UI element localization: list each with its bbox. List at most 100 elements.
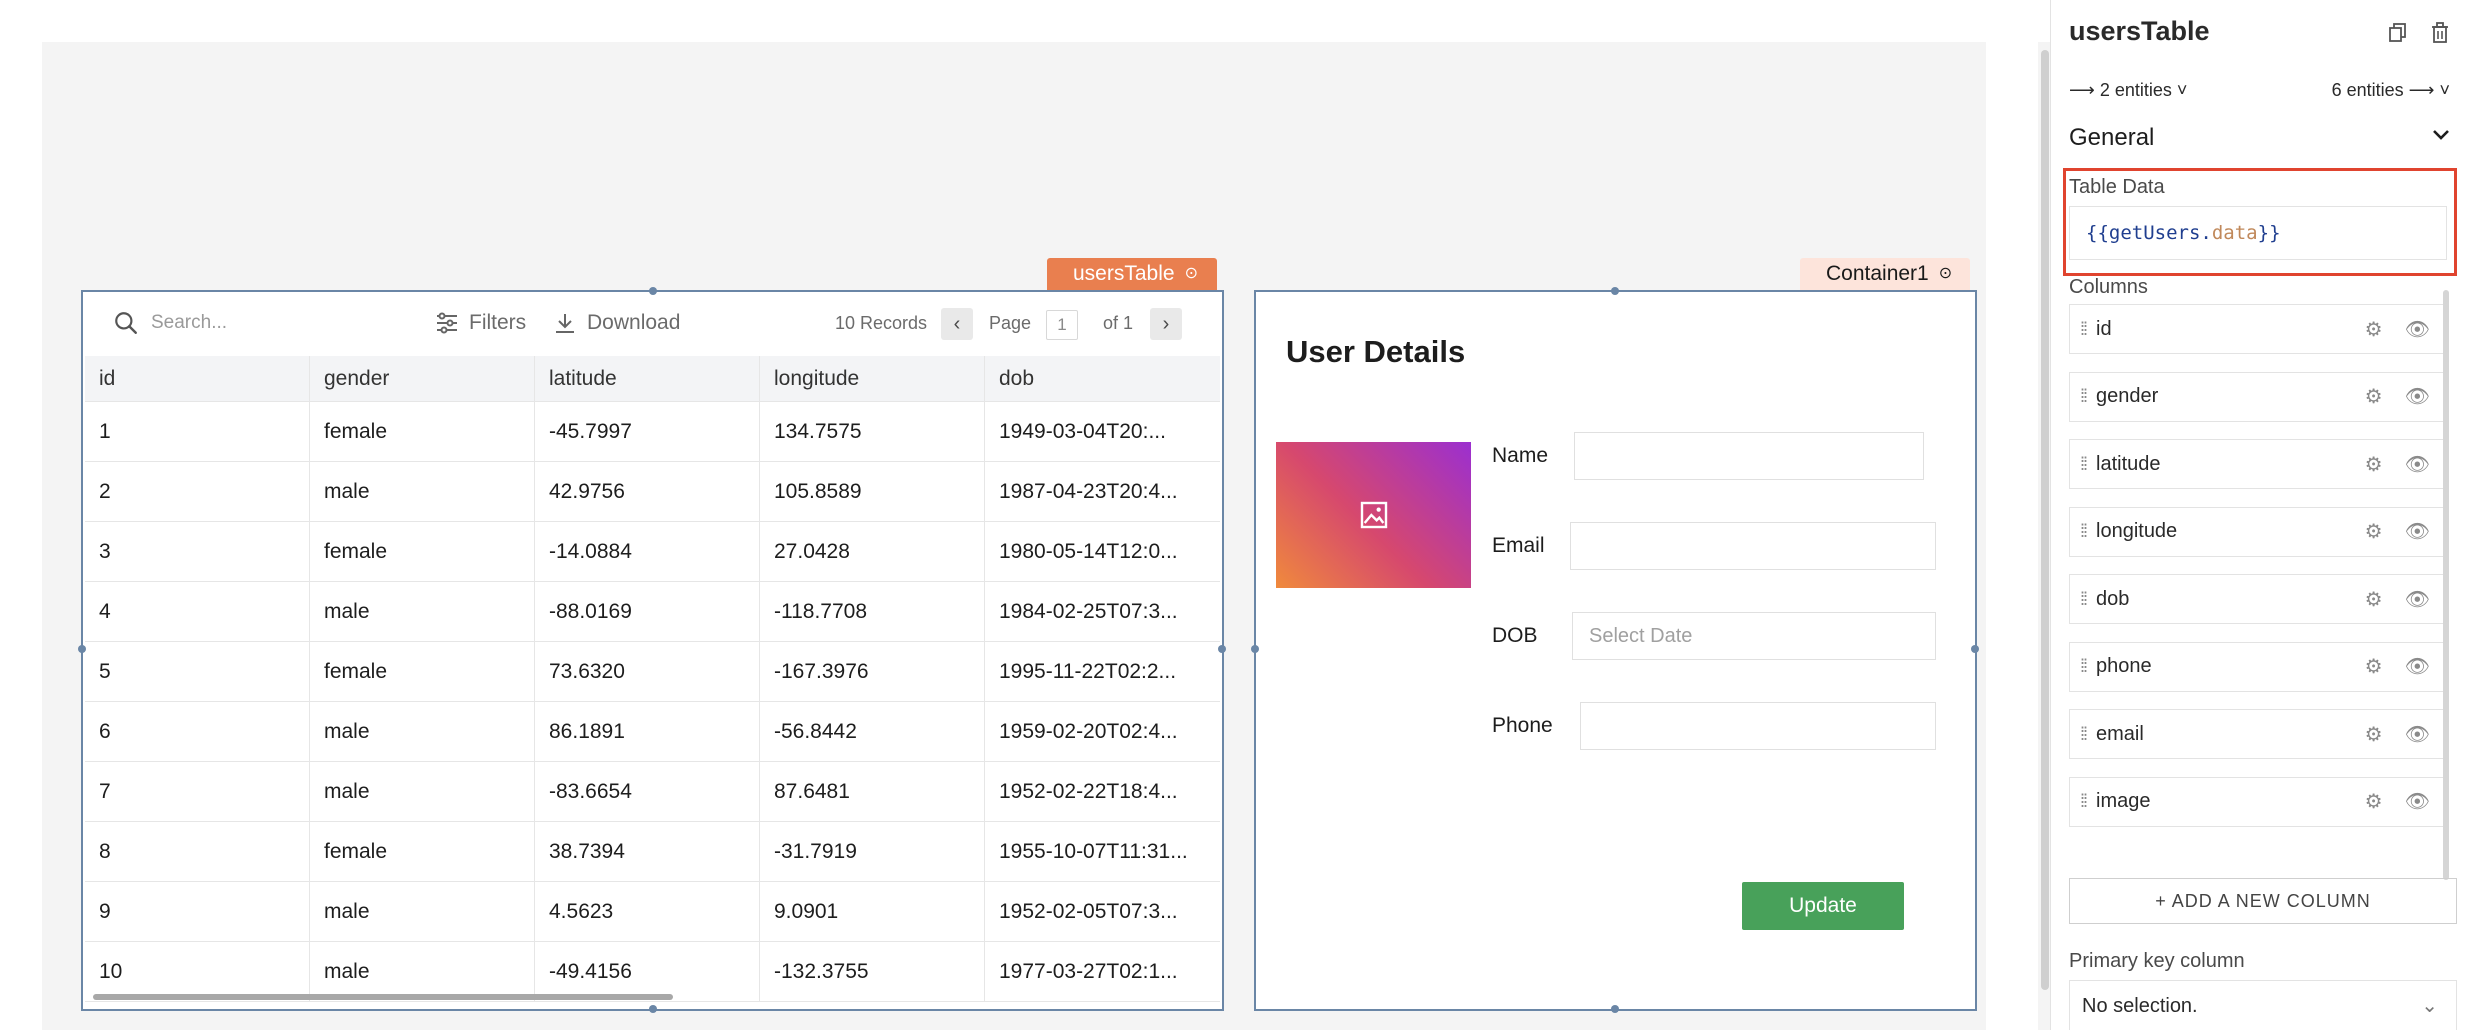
- next-page-button[interactable]: ›: [1150, 308, 1182, 340]
- table-row[interactable]: 4 male -88.0169 -118.7708 1984-02-25T07:…: [85, 582, 1220, 642]
- drag-handle-icon[interactable]: ⁞⁞: [2070, 319, 2096, 340]
- table-row[interactable]: 1 female -45.7997 134.7575 1949-03-04T20…: [85, 402, 1220, 462]
- columns-scrollbar[interactable]: [2443, 290, 2449, 880]
- column-item-email[interactable]: ⁞⁞ email ⚙ 👁: [2069, 709, 2449, 759]
- column-header[interactable]: dob: [985, 356, 1220, 401]
- gear-icon[interactable]: ⚙: [2365, 654, 2383, 679]
- table-cell: 7: [85, 762, 310, 821]
- settings-icon[interactable]: ⊙: [1185, 258, 1198, 290]
- primary-key-value: No selection.: [2082, 995, 2198, 1017]
- table-row[interactable]: 6 male 86.1891 -56.8442 1959-02-20T02:4.…: [85, 702, 1220, 762]
- copy-icon[interactable]: [2388, 22, 2408, 44]
- drag-handle-icon[interactable]: ⁞⁞: [2070, 454, 2096, 475]
- resize-handle-top[interactable]: [1611, 287, 1619, 295]
- code-object: getUsers: [2108, 222, 2201, 244]
- filter-icon: [437, 312, 457, 334]
- resize-handle-left[interactable]: [1251, 645, 1259, 653]
- container-widget-tag[interactable]: Container1 ⊙: [1800, 258, 1970, 290]
- settings-icon[interactable]: ⊙: [1939, 258, 1952, 290]
- table-row[interactable]: 2 male 42.9756 105.8589 1987-04-23T20:4.…: [85, 462, 1220, 522]
- drag-handle-icon[interactable]: ⁞⁞: [2070, 791, 2096, 812]
- dob-date-picker[interactable]: Select Date: [1572, 612, 1936, 660]
- gear-icon[interactable]: ⚙: [2365, 789, 2383, 814]
- chevron-down-icon: ⌄: [2421, 995, 2438, 1017]
- users-table-widget-tag[interactable]: usersTable ⊙: [1047, 258, 1217, 290]
- gear-icon[interactable]: ⚙: [2365, 519, 2383, 544]
- column-item-phone[interactable]: ⁞⁞ phone ⚙ 👁: [2069, 641, 2449, 692]
- editor-canvas-area: usersTable ⊙ Container1 ⊙ Search... Filt…: [0, 0, 2052, 1030]
- incoming-entities-dropdown[interactable]: ⟶ 2 entities ˅: [2069, 80, 2187, 101]
- eye-icon[interactable]: 👁: [2405, 587, 2430, 612]
- column-header[interactable]: latitude: [535, 356, 760, 401]
- user-image[interactable]: [1276, 442, 1471, 588]
- eye-icon[interactable]: 👁: [2405, 519, 2430, 544]
- column-item-image[interactable]: ⁞⁞ image ⚙ 👁: [2069, 776, 2449, 827]
- phone-input[interactable]: [1580, 702, 1936, 750]
- filters-button[interactable]: Filters: [435, 304, 526, 342]
- outgoing-entities-dropdown[interactable]: 6 entities ⟶ ˅: [2332, 80, 2450, 101]
- users-table-widget[interactable]: Search... Filters Download 10 Records ‹ …: [78, 287, 1226, 1013]
- table-row[interactable]: 9 male 4.5623 9.0901 1952-02-05T07:3...: [85, 882, 1220, 942]
- table-cell: -31.7919: [760, 822, 985, 881]
- eye-icon[interactable]: 👁: [2405, 789, 2430, 814]
- column-item-longitude[interactable]: ⁞⁞ longitude ⚙ 👁: [2069, 506, 2449, 557]
- column-item-dob[interactable]: ⁞⁞ dob ⚙ 👁: [2069, 574, 2449, 624]
- resize-handle-bottom[interactable]: [1611, 1005, 1619, 1013]
- gear-icon[interactable]: ⚙: [2365, 452, 2383, 477]
- download-label: Download: [587, 311, 681, 334]
- drag-handle-icon[interactable]: ⁞⁞: [2070, 386, 2096, 407]
- gear-icon[interactable]: ⚙: [2365, 384, 2383, 409]
- gear-icon[interactable]: ⚙: [2365, 317, 2383, 342]
- eye-icon[interactable]: 👁: [2405, 452, 2430, 477]
- delete-icon[interactable]: [2430, 22, 2450, 44]
- column-item-id[interactable]: ⁞⁞ id ⚙ 👁: [2069, 304, 2449, 354]
- table-cell: -56.8442: [760, 702, 985, 761]
- eye-icon[interactable]: 👁: [2405, 384, 2430, 409]
- table-search[interactable]: Search...: [113, 304, 413, 342]
- drag-handle-icon[interactable]: ⁞⁞: [2070, 656, 2096, 677]
- name-input[interactable]: [1574, 432, 1924, 480]
- container-tag-label: Container1: [1826, 262, 1929, 285]
- table-row[interactable]: 10 male -49.4156 -132.3755 1977-03-27T02…: [85, 942, 1220, 1002]
- drag-handle-icon[interactable]: ⁞⁞: [2070, 521, 2096, 542]
- chevron-down-icon: ˅: [2434, 80, 2450, 100]
- prev-page-button[interactable]: ‹: [941, 308, 973, 340]
- table-row[interactable]: 5 female 73.6320 -167.3976 1995-11-22T02…: [85, 642, 1220, 702]
- update-button[interactable]: Update: [1742, 882, 1904, 930]
- drag-handle-icon[interactable]: ⁞⁞: [2070, 589, 2096, 610]
- column-item-gender[interactable]: ⁞⁞ gender ⚙ 👁: [2069, 371, 2449, 422]
- gear-icon[interactable]: ⚙: [2365, 722, 2383, 747]
- container-widget[interactable]: User Details Name Email DOB Select Date …: [1251, 287, 1979, 1013]
- add-new-column-button[interactable]: + ADD A NEW COLUMN: [2069, 878, 2457, 924]
- column-header[interactable]: gender: [310, 356, 535, 401]
- search-input[interactable]: Search...: [151, 312, 227, 334]
- column-header[interactable]: longitude: [760, 356, 985, 401]
- download-button[interactable]: Download: [553, 304, 680, 342]
- table-horizontal-scrollbar[interactable]: [93, 994, 673, 1000]
- email-input[interactable]: [1570, 522, 1936, 570]
- table-cell: 105.8589: [760, 462, 985, 521]
- table-data-code-input[interactable]: {{getUsers.data}}: [2069, 206, 2447, 260]
- eye-icon[interactable]: 👁: [2405, 654, 2430, 679]
- general-section-header[interactable]: General: [2069, 124, 2451, 152]
- eye-icon[interactable]: 👁: [2405, 722, 2430, 747]
- table-cell: -118.7708: [760, 582, 985, 641]
- table-row[interactable]: 3 female -14.0884 27.0428 1980-05-14T12:…: [85, 522, 1220, 582]
- table-cell: 4: [85, 582, 310, 641]
- resize-handle-right[interactable]: [1971, 645, 1979, 653]
- drag-handle-icon[interactable]: ⁞⁞: [2070, 724, 2096, 745]
- code-property: data: [2211, 222, 2258, 244]
- resize-handle-bottom[interactable]: [649, 1005, 657, 1013]
- code-close-brace: }}: [2257, 222, 2281, 244]
- column-header[interactable]: id: [85, 356, 310, 401]
- eye-icon[interactable]: 👁: [2405, 317, 2430, 342]
- table-cell: -14.0884: [535, 522, 760, 581]
- primary-key-select[interactable]: No selection. ⌄: [2069, 980, 2457, 1030]
- page-number-input[interactable]: 1: [1046, 310, 1078, 340]
- table-row[interactable]: 7 male -83.6654 87.6481 1952-02-22T18:4.…: [85, 762, 1220, 822]
- canvas-scrollbar-thumb[interactable]: [2041, 50, 2049, 990]
- column-item-latitude[interactable]: ⁞⁞ latitude ⚙ 👁: [2069, 439, 2449, 489]
- table-row[interactable]: 8 female 38.7394 -31.7919 1955-10-07T11:…: [85, 822, 1220, 882]
- gear-icon[interactable]: ⚙: [2365, 587, 2383, 612]
- widget-name-title[interactable]: usersTable: [2069, 16, 2210, 47]
